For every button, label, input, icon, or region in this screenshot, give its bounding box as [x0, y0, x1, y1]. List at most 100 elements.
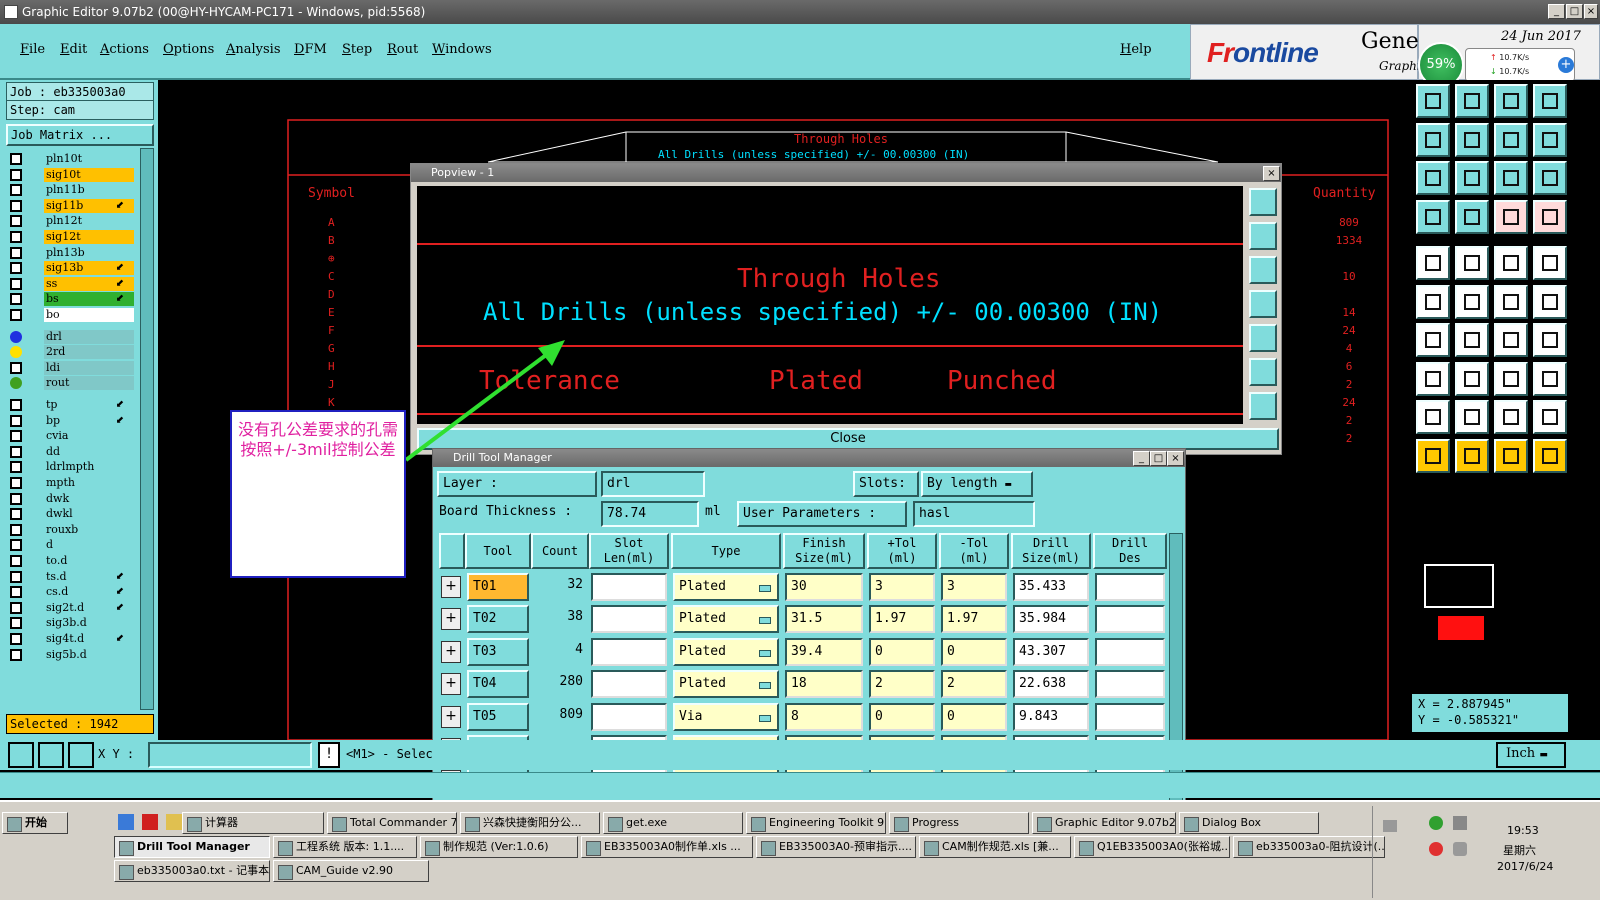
layer-name[interactable]: rout	[44, 376, 134, 391]
taskbar-item[interactable]: EB335003A0-预审指示....	[756, 836, 916, 858]
taskbar-item[interactable]: Graphic Editor 9.07b2...	[1032, 812, 1176, 834]
layer-name[interactable]: d	[44, 538, 134, 553]
ie-icon[interactable]	[118, 814, 134, 830]
table-header[interactable]: Drill Size(ml)	[1011, 533, 1091, 569]
clip-icon[interactable]	[1533, 361, 1567, 396]
layer-icon[interactable]	[1416, 199, 1450, 234]
rotate-icon[interactable]	[1533, 323, 1567, 357]
layer-checkbox[interactable]	[10, 246, 22, 259]
layer-checkbox[interactable]	[10, 309, 22, 321]
user-parameters-input[interactable]: hasl	[913, 501, 1035, 527]
netlist-icon[interactable]	[1533, 199, 1567, 234]
popview-down-icon[interactable]	[1249, 256, 1277, 284]
popview-right-icon[interactable]	[1249, 324, 1277, 352]
table-header[interactable]: Drill Des	[1093, 533, 1167, 569]
layer-color-dot[interactable]	[10, 377, 22, 390]
draw-line-icon[interactable]	[1455, 323, 1489, 357]
pointer-net-icon[interactable]	[1533, 438, 1567, 473]
tool-cell[interactable]: T01	[467, 573, 529, 601]
type-dropdown[interactable]: Plated	[673, 637, 779, 666]
slot-len-input[interactable]	[591, 573, 667, 601]
snap-icon[interactable]	[1533, 122, 1567, 157]
menu-edit[interactable]: Edit	[60, 42, 87, 57]
layer-row[interactable]: cs.d ⬋	[8, 585, 134, 600]
tray-green-icon[interactable]	[1429, 816, 1443, 830]
measure-icon[interactable]	[1494, 246, 1528, 280]
expand-row-icon[interactable]: +	[441, 640, 461, 663]
taskbar-item[interactable]: 制作规范 (Ver:1.0.6)	[420, 836, 578, 858]
drill-size-input[interactable]: 35.984	[1013, 605, 1089, 634]
layer-name[interactable]: sig12t	[44, 230, 134, 244]
slot-len-input[interactable]	[591, 670, 667, 699]
minus-tol-input[interactable]: 2	[941, 670, 1007, 699]
taskbar-item[interactable]: Drill Tool Manager	[114, 836, 270, 858]
table-header[interactable]: Tool	[465, 533, 531, 569]
popview-zoom-icon[interactable]	[1249, 188, 1277, 216]
layer-row[interactable]: dwkl	[8, 507, 134, 522]
menu-step[interactable]: Step	[342, 42, 372, 57]
layer-row[interactable]: pln12t	[8, 214, 134, 229]
layer-name[interactable]: drl	[44, 329, 134, 344]
taskbar-item[interactable]: Dialog Box	[1179, 812, 1319, 834]
layer-input[interactable]: drl	[601, 471, 705, 497]
tool-cell[interactable]: T02	[467, 605, 529, 634]
drill-size-input[interactable]: 9.843	[1013, 702, 1089, 731]
table-header[interactable]: +Tol (ml)	[867, 533, 937, 569]
pdf-icon[interactable]	[142, 814, 158, 830]
units-dropdown[interactable]: Inch ▬	[1496, 742, 1566, 768]
menu-dfm[interactable]: DFM	[294, 42, 327, 57]
layer-checkbox[interactable]	[10, 262, 22, 275]
drill-des-input[interactable]	[1095, 605, 1165, 634]
layer-name[interactable]: to.d	[44, 554, 134, 568]
xy-input[interactable]	[148, 742, 312, 768]
zoom-in-icon[interactable]	[1455, 84, 1489, 118]
fit-icon[interactable]	[1416, 161, 1450, 195]
layer-color-dot[interactable]	[10, 346, 22, 359]
layer-name[interactable]: 2rd	[44, 345, 134, 360]
layer-row[interactable]: pln10t	[8, 152, 134, 166]
net-icon[interactable]	[1494, 199, 1528, 234]
layer-name[interactable]: ldi	[44, 360, 134, 375]
layer-checkbox[interactable]	[10, 461, 22, 474]
popview-close-icon[interactable]: ×	[1263, 166, 1280, 181]
layer-name[interactable]: bo	[44, 308, 134, 322]
board-thickness-input[interactable]: 78.74	[601, 501, 699, 527]
layer-checkbox[interactable]	[10, 445, 22, 458]
zoom-window-icon[interactable]	[1533, 84, 1567, 118]
help-icon[interactable]	[1533, 161, 1567, 195]
slot-len-input[interactable]	[591, 702, 667, 731]
layer-row[interactable]: bs ⬋	[8, 292, 134, 307]
triangle-alt-icon[interactable]	[1455, 400, 1489, 434]
layer-checkbox[interactable]	[10, 277, 22, 290]
finish-size-input[interactable]: 18	[785, 670, 863, 699]
layer-name[interactable]: ldrlmpth	[44, 460, 134, 475]
center-icon[interactable]	[1455, 161, 1489, 195]
tool-cell[interactable]: T05	[467, 702, 529, 731]
layer-name[interactable]: pln10t	[44, 152, 134, 166]
layer-row[interactable]: sig2t.d ⬋	[8, 600, 134, 615]
plus-tol-input[interactable]: 3	[869, 573, 935, 601]
menu-analysis[interactable]: Analysis	[226, 42, 281, 57]
layer-color-dot[interactable]	[10, 330, 22, 343]
layer-checkbox[interactable]	[10, 215, 22, 228]
finish-size-input[interactable]: 8	[785, 702, 863, 731]
tray-monitor-icon[interactable]	[1453, 816, 1467, 830]
tray-volume-icon[interactable]	[1453, 842, 1467, 856]
layer-row[interactable]: sig3b.d	[8, 616, 134, 631]
move-icon[interactable]	[1494, 284, 1528, 319]
add-surface-icon[interactable]	[1533, 246, 1567, 280]
layer-row[interactable]: ldrlmpth	[8, 460, 134, 475]
add-pad-icon[interactable]	[1416, 246, 1450, 280]
table-header[interactable]: Type	[671, 533, 781, 569]
taskbar-item[interactable]: eb335003a0.txt - 记事本	[114, 860, 270, 882]
layer-checkbox[interactable]	[10, 153, 22, 165]
maximize-icon[interactable]: □	[1566, 4, 1583, 19]
drill-size-input[interactable]: 22.638	[1013, 670, 1089, 699]
taskbar-item[interactable]: 工程系统 版本: 1.1....	[273, 836, 417, 858]
taskbar-item[interactable]: Total Commander 7.0...	[327, 812, 457, 834]
finish-size-input[interactable]: 30	[785, 573, 863, 601]
pan-left-icon[interactable]	[1416, 122, 1450, 157]
taskbar-item[interactable]: Progress	[889, 812, 1029, 834]
layer-name[interactable]: pln12t	[44, 214, 134, 229]
drill-des-input[interactable]	[1095, 573, 1165, 601]
